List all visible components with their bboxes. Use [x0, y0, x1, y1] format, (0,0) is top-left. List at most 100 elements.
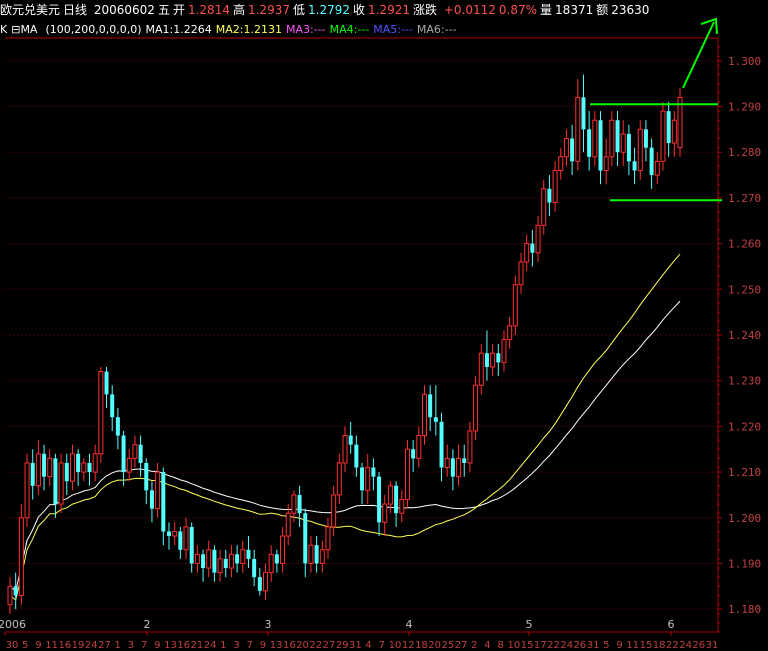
candle — [626, 133, 631, 162]
candle — [496, 353, 501, 363]
y-tick-label: 1.300 — [728, 55, 761, 68]
candle — [462, 458, 467, 463]
candle — [643, 129, 648, 148]
candle — [58, 462, 64, 505]
candle — [92, 453, 98, 473]
x-day-label: 22 — [547, 640, 560, 651]
candle — [166, 531, 171, 537]
y-tick-label: 1.180 — [728, 603, 761, 616]
candle — [172, 530, 178, 537]
breakout-arrow-shaft — [682, 21, 715, 89]
candle — [161, 472, 166, 532]
x-day-label: 16 — [177, 640, 190, 651]
x-day-label: 15 — [521, 640, 534, 651]
candle — [649, 147, 654, 176]
candlestick-chart[interactable]: 1.300 1.290 1.280 1.270 1.260 1.250 1.240 1.230… — [0, 0, 768, 651]
candle — [178, 531, 183, 550]
candle — [110, 394, 115, 418]
candle — [654, 160, 660, 176]
candle — [394, 485, 399, 514]
x-month-label: 6 — [668, 618, 675, 631]
candle — [155, 471, 161, 510]
candle — [416, 435, 422, 459]
y-tick-label: 1.260 — [728, 238, 761, 251]
x-day-label: 18 — [653, 640, 666, 651]
candle — [450, 458, 455, 477]
candle — [342, 435, 348, 464]
candle — [637, 128, 643, 172]
x-day-label: 2 — [471, 640, 477, 651]
x-day-label: 24 — [85, 640, 98, 651]
candle — [365, 467, 371, 491]
candle — [30, 462, 35, 486]
y-tick-label: 1.190 — [728, 557, 761, 570]
candle — [387, 485, 393, 505]
candle — [246, 549, 251, 559]
candle — [235, 554, 240, 564]
x-day-label: 10 — [389, 640, 402, 651]
candle — [382, 503, 388, 523]
x-day-label: 13 — [270, 640, 283, 651]
x-day-label: 24 — [679, 640, 692, 651]
x-day-label: 12 — [402, 640, 415, 651]
x-day-label: 17 — [534, 640, 547, 651]
candle — [563, 138, 569, 158]
candle — [615, 120, 620, 153]
x-day-label: 20 — [428, 640, 441, 651]
x-day-label: 16 — [58, 640, 71, 651]
x-day-label: 7 — [247, 640, 253, 651]
candle — [223, 558, 228, 569]
candle — [478, 352, 484, 386]
x-day-label: 7 — [379, 640, 385, 651]
candle — [512, 284, 518, 327]
candle — [268, 553, 274, 574]
candle — [632, 161, 637, 171]
candle — [18, 517, 24, 596]
candle — [524, 243, 530, 263]
candle — [144, 462, 149, 491]
x-day-label: 26 — [574, 640, 587, 651]
candle — [69, 453, 75, 482]
candle — [308, 544, 314, 564]
candle — [76, 453, 81, 473]
x-day-label: 13 — [164, 640, 177, 651]
candle — [115, 417, 120, 436]
candle — [194, 553, 200, 564]
x-day-label: 9 — [260, 640, 266, 651]
candle — [64, 462, 69, 482]
x-day-label: 4 — [484, 640, 490, 651]
candle — [411, 449, 416, 459]
x-day-label: 22 — [309, 640, 322, 651]
x-day-label: 31 — [349, 640, 362, 651]
candle — [473, 384, 479, 432]
candle — [314, 545, 319, 564]
candle — [189, 526, 194, 564]
x-day-label: 24 — [204, 640, 217, 651]
x-month-label: 5 — [526, 618, 533, 631]
candle — [620, 133, 626, 153]
candle — [53, 458, 58, 505]
candle — [666, 111, 671, 144]
candle — [592, 119, 598, 158]
candle — [348, 435, 353, 445]
candle — [456, 457, 462, 478]
candle — [404, 448, 410, 500]
x-month-label: 3 — [265, 618, 272, 631]
candle — [285, 512, 291, 537]
candle — [126, 457, 132, 473]
x-day-label: 16 — [283, 640, 296, 651]
candle — [467, 430, 473, 464]
x-day-label: 9 — [154, 640, 160, 651]
candle — [609, 119, 615, 158]
candle — [81, 462, 87, 473]
candle — [570, 138, 575, 162]
candle — [263, 572, 269, 592]
y-tick-label: 1.250 — [728, 283, 761, 296]
y-tick-label: 1.210 — [728, 466, 761, 479]
x-month-label: 2 — [144, 618, 151, 631]
candle — [228, 553, 234, 569]
candle — [325, 526, 331, 551]
x-day-label: 15 — [640, 640, 653, 651]
x-day-label: 3 — [128, 640, 134, 651]
candle — [42, 453, 47, 477]
